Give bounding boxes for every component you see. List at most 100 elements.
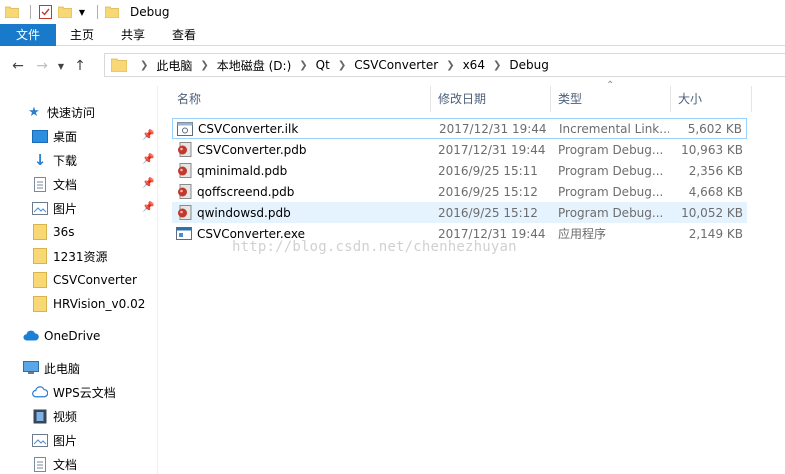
- pdb-file-icon: [176, 142, 192, 158]
- file-name: qwindowsd.pdb: [197, 205, 291, 220]
- pdb-file-icon: [176, 205, 192, 221]
- exe-file-icon: [176, 226, 192, 242]
- nav-onedrive[interactable]: OneDrive: [23, 325, 100, 347]
- breadcrumb-local-disk[interactable]: 本地磁盘 (D:): [214, 57, 294, 74]
- file-size: 5,602 KB: [687, 121, 742, 136]
- chevron-right-icon[interactable]: ❯: [333, 60, 351, 71]
- file-date: 2016/9/25 15:11: [438, 163, 538, 178]
- file-date: 2017/12/31 19:44: [438, 142, 546, 157]
- recent-locations-chevron-icon[interactable]: ▼: [54, 54, 68, 78]
- file-date: 2016/9/25 15:12: [438, 184, 538, 199]
- desktop-icon: [32, 128, 48, 144]
- file-name: CSVConverter.pdb: [197, 142, 307, 157]
- nav-item-wps-cloud[interactable]: WPS云文档: [32, 381, 116, 403]
- title-bar: ▼ Debug: [0, 0, 785, 24]
- table-row[interactable]: CSVConverter.pdb 2017/12/31 19:44 Progra…: [172, 139, 747, 160]
- nav-this-pc[interactable]: 此电脑: [23, 357, 80, 379]
- chevron-right-icon[interactable]: ❯: [488, 60, 506, 71]
- film-icon: [32, 408, 48, 424]
- nav-item-pc-documents[interactable]: 文档: [32, 453, 77, 474]
- table-row[interactable]: qminimald.pdb 2016/9/25 15:11 Program De…: [172, 160, 747, 181]
- tab-share[interactable]: 共享: [108, 24, 158, 46]
- file-size: 10,963 KB: [681, 142, 743, 157]
- nav-quick-access[interactable]: ★ 快速访问: [26, 101, 95, 123]
- divider: [30, 5, 31, 19]
- file-type: Program Debug...: [558, 142, 664, 157]
- properties-icon[interactable]: [37, 4, 53, 20]
- nav-item-1231-resources[interactable]: 1231资源: [32, 245, 108, 267]
- pin-icon[interactable]: 📌: [142, 154, 154, 165]
- breadcrumb-this-pc[interactable]: 此电脑: [153, 57, 195, 74]
- column-header-date[interactable]: 修改日期: [431, 86, 551, 112]
- breadcrumb-qt[interactable]: Qt: [313, 58, 333, 72]
- forward-arrow-icon[interactable]: →: [30, 54, 54, 78]
- file-type: 应用程序: [558, 227, 607, 241]
- nav-item-pc-pictures[interactable]: 图片: [32, 429, 77, 451]
- file-date: 2016/9/25 15:12: [438, 205, 538, 220]
- file-name: CSVConverter.ilk: [198, 121, 299, 136]
- nav-item-downloads[interactable]: ↓ 下载: [32, 149, 77, 171]
- ilk-file-icon: [177, 121, 193, 137]
- picture-icon: [32, 200, 48, 216]
- sort-ascending-icon: ⌃: [606, 80, 615, 91]
- download-arrow-icon: ↓: [33, 151, 47, 169]
- nav-item-hrvision[interactable]: HRVision_v0.02: [32, 293, 145, 315]
- breadcrumb-x64[interactable]: x64: [460, 58, 488, 72]
- folder-icon: [32, 296, 48, 312]
- chevron-right-icon[interactable]: ❯: [294, 60, 312, 71]
- folder-icon: [32, 224, 48, 240]
- column-header-name[interactable]: 名称: [170, 86, 431, 112]
- nav-item-csvconverter[interactable]: CSVConverter: [32, 269, 137, 291]
- nav-item-videos[interactable]: 视频: [32, 405, 77, 427]
- file-name: qoffscreend.pdb: [197, 184, 295, 199]
- table-row[interactable]: CSVConverter.ilk 2017/12/31 19:44 Increm…: [172, 118, 747, 139]
- chevron-right-icon[interactable]: ❯: [441, 60, 459, 71]
- table-row[interactable]: qwindowsd.pdb 2016/9/25 15:12 Program De…: [172, 202, 747, 223]
- folder-icon[interactable]: [4, 4, 20, 20]
- nav-item-desktop[interactable]: 桌面: [32, 125, 77, 147]
- breadcrumb-debug[interactable]: Debug: [506, 58, 551, 72]
- tab-file[interactable]: 文件: [0, 24, 56, 46]
- file-type: Program Debug...: [558, 184, 664, 199]
- file-size: 10,052 KB: [681, 205, 743, 220]
- folder-icon: [32, 272, 48, 288]
- address-folder-icon: [111, 58, 127, 72]
- nav-item-pictures[interactable]: 图片: [32, 197, 77, 219]
- window-folder-icon: [104, 4, 120, 20]
- column-header-size[interactable]: 大小: [671, 86, 752, 112]
- navigation-pane: ★ 快速访问 桌面 📌 ↓ 下载 📌 文档 📌 图片 📌 36s 1231资源 …: [0, 86, 158, 474]
- chevron-right-icon[interactable]: ❯: [195, 60, 213, 71]
- file-size: 4,668 KB: [688, 184, 743, 199]
- navigation-bar: ← → ▼ ↑ ❯ 此电脑 ❯ 本地磁盘 (D:) ❯ Qt ❯ CSVConv…: [0, 46, 785, 86]
- customize-toolbar-icon[interactable]: ▼: [77, 4, 87, 20]
- pin-icon[interactable]: 📌: [142, 178, 154, 189]
- file-size: 2,356 KB: [688, 163, 743, 178]
- new-folder-icon[interactable]: [57, 4, 73, 20]
- table-row[interactable]: qoffscreend.pdb 2016/9/25 15:12 Program …: [172, 181, 747, 202]
- pin-icon[interactable]: 📌: [142, 202, 154, 213]
- breadcrumb-csvconverter[interactable]: CSVConverter: [351, 58, 441, 72]
- ribbon-tabs: 文件 主页 共享 查看: [0, 24, 785, 46]
- file-type: Program Debug...: [558, 163, 664, 178]
- column-headers: 名称 修改日期 类型 大小: [170, 86, 752, 112]
- tab-home[interactable]: 主页: [57, 24, 107, 46]
- nav-item-documents[interactable]: 文档: [32, 173, 77, 195]
- file-name: qminimald.pdb: [197, 163, 288, 178]
- up-arrow-icon[interactable]: ↑: [68, 54, 92, 78]
- file-type: Incremental Link...: [559, 121, 669, 136]
- nav-item-36s[interactable]: 36s: [32, 221, 75, 243]
- back-arrow-icon[interactable]: ←: [6, 54, 30, 78]
- pin-icon[interactable]: 📌: [142, 130, 154, 141]
- file-size: 2,149 KB: [688, 226, 743, 241]
- chevron-right-icon[interactable]: ❯: [135, 60, 153, 71]
- picture-icon: [32, 432, 48, 448]
- computer-icon: [23, 360, 39, 376]
- tab-view[interactable]: 查看: [159, 24, 209, 46]
- pdb-file-icon: [176, 163, 192, 179]
- document-icon: [32, 456, 48, 472]
- cloud-icon: [23, 328, 39, 344]
- window-title: Debug: [130, 5, 170, 19]
- address-bar[interactable]: ❯ 此电脑 ❯ 本地磁盘 (D:) ❯ Qt ❯ CSVConverter ❯ …: [104, 53, 785, 77]
- cloud-outline-icon: [32, 384, 48, 400]
- file-type: Program Debug...: [558, 205, 664, 220]
